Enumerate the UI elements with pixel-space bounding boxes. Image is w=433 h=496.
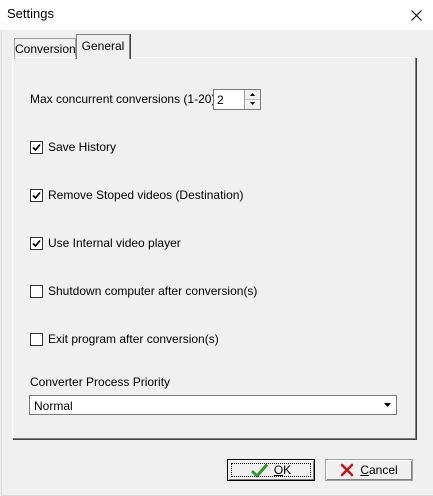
check-icon [32, 191, 41, 199]
max-conversions-value[interactable]: 2 [217, 93, 224, 107]
save-history-label: Save History [48, 140, 117, 154]
priority-value: Normal [34, 399, 73, 413]
priority-select[interactable]: Normal [29, 395, 397, 415]
cancel-button[interactable]: Cancel [325, 459, 413, 481]
close-button[interactable] [399, 0, 433, 30]
spinner-down-button[interactable] [245, 99, 260, 108]
shutdown-computer-option[interactable]: Shutdown computer after conversion(s) [30, 284, 257, 298]
focus-rectangle [231, 463, 311, 477]
shutdown-computer-checkbox[interactable] [30, 284, 43, 298]
arrow-down-icon [250, 102, 255, 105]
max-conversions-spinner[interactable]: 2 [213, 89, 261, 110]
max-conversions-label: Max concurrent conversions (1-20): [30, 92, 219, 106]
shutdown-computer-label: Shutdown computer after conversion(s) [48, 284, 258, 298]
internal-player-checkbox[interactable] [30, 236, 43, 250]
exit-program-label: Exit program after conversion(s) [48, 332, 219, 346]
priority-dropdown-button[interactable] [379, 397, 395, 413]
window-title: Settings [7, 6, 54, 21]
spinner-buttons [244, 90, 260, 109]
close-icon [410, 9, 422, 21]
save-history-checkbox[interactable] [30, 140, 43, 154]
check-icon [32, 239, 41, 247]
internal-player-label: Use Internal video player [48, 236, 181, 250]
title-bar: Settings [0, 0, 433, 30]
internal-player-option[interactable]: Use Internal video player [30, 236, 181, 250]
arrow-up-icon [250, 93, 255, 96]
tab-general[interactable]: General [76, 34, 130, 59]
chevron-down-icon [383, 403, 391, 407]
cancel-label: Cancel [360, 463, 398, 477]
save-history-option[interactable]: Save History [30, 140, 116, 154]
remove-stoped-videos-label: Remove Stoped videos (Destination) [48, 188, 244, 202]
exit-program-option[interactable]: Exit program after conversion(s) [30, 332, 219, 346]
red-x-icon [341, 463, 354, 477]
check-icon [32, 143, 41, 151]
ok-button[interactable]: OK [227, 459, 315, 481]
remove-stoped-videos-option[interactable]: Remove Stoped videos (Destination) [30, 188, 243, 202]
remove-stoped-videos-checkbox[interactable] [30, 188, 43, 202]
exit-program-checkbox[interactable] [30, 332, 43, 346]
tab-conversion[interactable]: Conversion [14, 38, 76, 59]
priority-label: Converter Process Priority [30, 375, 171, 389]
